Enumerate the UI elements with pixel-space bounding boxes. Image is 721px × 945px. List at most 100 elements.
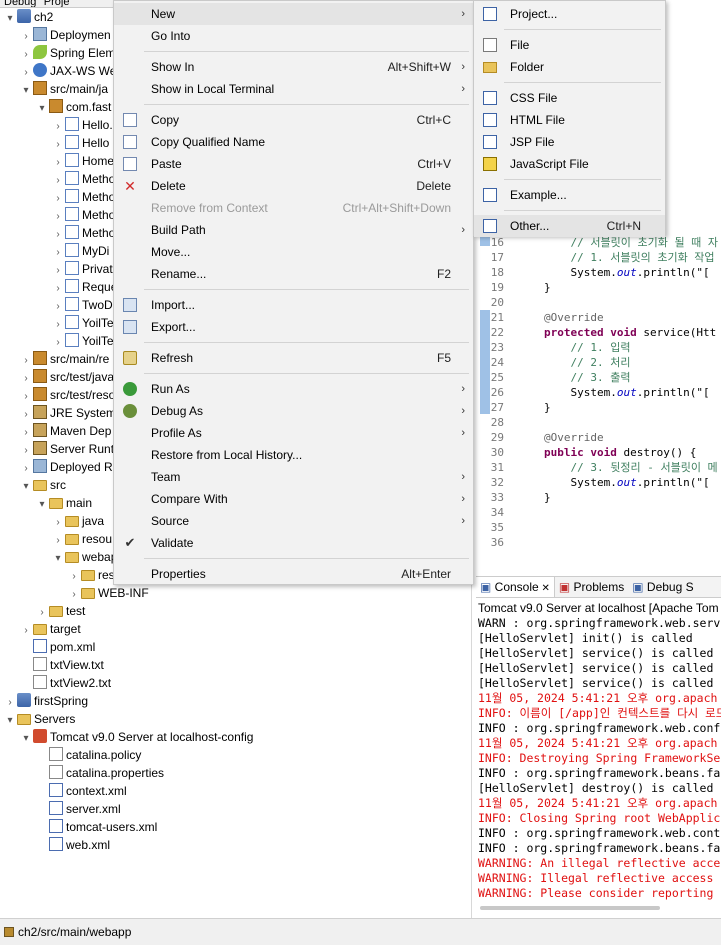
tree-item[interactable]: › YoilTe xyxy=(52,314,114,332)
tree-item[interactable]: ▾ src xyxy=(20,476,66,494)
tree-item[interactable]: txtView.txt xyxy=(20,656,104,674)
collapse-arrow-icon[interactable]: ▾ xyxy=(52,550,64,568)
tree-item[interactable]: › Reque xyxy=(52,278,117,296)
tree-item[interactable]: › Deployed R xyxy=(20,458,113,476)
tab-debug-s[interactable]: ▣ Debug S xyxy=(628,577,697,597)
menu-item-javascript-file[interactable]: JavaScript File xyxy=(474,153,665,175)
tree-item[interactable]: › src/test/reso xyxy=(20,386,115,404)
tree-item[interactable]: › Metho xyxy=(52,224,115,242)
tab-project-explorer[interactable]: Proje xyxy=(44,0,70,7)
menu-item-new[interactable]: New › xyxy=(114,3,473,25)
tree-item[interactable]: catalina.policy xyxy=(36,746,141,764)
code-line[interactable]: 16 // 서블릿이 초기화 될 때 자 xyxy=(478,235,721,250)
tree-item[interactable]: catalina.properties xyxy=(36,764,164,782)
menu-item-paste[interactable]: Paste Ctrl+V xyxy=(114,153,473,175)
tree-item[interactable]: › resou xyxy=(52,530,112,548)
tree-item[interactable]: ▾ Tomcat v9.0 Server at localhost-config xyxy=(20,728,253,746)
tree-item[interactable]: › test xyxy=(36,602,85,620)
tree-item[interactable]: › Server Runt xyxy=(20,440,114,458)
tree-item[interactable]: ▾ ch2 xyxy=(4,8,53,26)
code-line[interactable]: 32 System.out.println("[ xyxy=(478,475,721,490)
tree-item[interactable]: › src/main/re xyxy=(20,350,109,368)
code-line[interactable]: 21 @Override xyxy=(478,310,721,325)
tree-item[interactable]: server.xml xyxy=(36,800,121,818)
code-line[interactable]: 30 public void destroy() { xyxy=(478,445,721,460)
code-line[interactable]: 17 // 1. 서블릿의 초기화 작업 xyxy=(478,250,721,265)
menu-item-folder[interactable]: Folder xyxy=(474,56,665,78)
code-line[interactable]: 20 xyxy=(478,295,721,310)
menu-item-copy[interactable]: Copy Ctrl+C xyxy=(114,109,473,131)
tree-item[interactable]: › java xyxy=(52,512,104,530)
menu-item-import[interactable]: Import... xyxy=(114,294,473,316)
tree-item[interactable]: › Privat xyxy=(52,260,113,278)
code-line[interactable]: 31 // 3. 뒷정리 - 서블릿이 메 xyxy=(478,460,721,475)
tree-item[interactable]: › Spring Elem xyxy=(20,44,115,62)
menu-item-team[interactable]: Team › xyxy=(114,466,473,488)
tree-item[interactable]: › Hello. xyxy=(52,116,113,134)
tree-item[interactable]: › Home xyxy=(52,152,114,170)
menu-item-css-file[interactable]: CSS File xyxy=(474,87,665,109)
tree-item[interactable]: › TwoD xyxy=(52,296,113,314)
tree-item[interactable]: › Metho xyxy=(52,170,115,188)
tree-item[interactable]: ▾ Servers xyxy=(4,710,75,728)
tree-item[interactable]: › YoilTe xyxy=(52,332,114,350)
tree-item[interactable]: › MyDi xyxy=(52,242,109,260)
code-line[interactable]: 24 // 2. 처리 xyxy=(478,355,721,370)
code-line[interactable]: 23 // 1. 입력 xyxy=(478,340,721,355)
tree-item[interactable]: ▾ com.fast xyxy=(36,98,111,116)
tree-item[interactable]: › target xyxy=(20,620,80,638)
tree-item[interactable]: › src/test/java xyxy=(20,368,114,386)
tree-item[interactable]: ▾ src/main/ja xyxy=(20,80,108,98)
menu-item-other[interactable]: Other... Ctrl+N xyxy=(474,215,665,237)
menu-item-build-path[interactable]: Build Path › xyxy=(114,219,473,241)
tree-item[interactable]: txtView2.txt xyxy=(20,674,111,692)
tree-item[interactable]: › WEB-INF xyxy=(68,584,148,602)
menu-item-profile-as[interactable]: Profile As › xyxy=(114,422,473,444)
code-line[interactable]: 33} xyxy=(478,490,721,505)
menu-item-show-in[interactable]: Show In Alt+Shift+W › xyxy=(114,56,473,78)
console-output[interactable]: WARN : org.springframework.web.serv [Hell… xyxy=(478,616,721,906)
tree-item[interactable]: web.xml xyxy=(36,836,110,854)
code-line[interactable]: 22 protected void service(Htt xyxy=(478,325,721,340)
menu-item-export[interactable]: Export... xyxy=(114,316,473,338)
collapse-arrow-icon[interactable]: ▾ xyxy=(4,712,16,730)
menu-item-compare-with[interactable]: Compare With › xyxy=(114,488,473,510)
menu-item-file[interactable]: File xyxy=(474,34,665,56)
tree-item[interactable]: › Metho xyxy=(52,206,115,224)
menu-item-project[interactable]: Project... xyxy=(474,3,665,25)
menu-item-properties[interactable]: Properties Alt+Enter xyxy=(114,563,473,585)
code-line[interactable]: 34 xyxy=(478,505,721,520)
menu-item-html-file[interactable]: HTML File xyxy=(474,109,665,131)
code-line[interactable]: 28 xyxy=(478,415,721,430)
close-icon[interactable]: ✕ xyxy=(539,583,549,594)
tab-debug[interactable]: Debug xyxy=(4,0,36,7)
collapse-arrow-icon[interactable]: ▾ xyxy=(36,496,48,514)
tree-item[interactable]: pom.xml xyxy=(20,638,95,656)
tree-item[interactable]: › JRE System xyxy=(20,404,116,422)
collapse-arrow-icon[interactable]: ▾ xyxy=(20,82,32,100)
menu-item-move[interactable]: Move... xyxy=(114,241,473,263)
tree-item[interactable]: › Maven Dep xyxy=(20,422,111,440)
tree-item[interactable]: › JAX-WS We xyxy=(20,62,116,80)
tree-item[interactable]: › Deploymen xyxy=(20,26,111,44)
console-horizontal-scrollbar[interactable] xyxy=(480,906,660,910)
code-line[interactable]: 29 @Override xyxy=(478,430,721,445)
tree-item[interactable]: context.xml xyxy=(36,782,127,800)
collapse-arrow-icon[interactable]: ▾ xyxy=(36,100,48,118)
menu-item-refresh[interactable]: Refresh F5 xyxy=(114,347,473,369)
collapse-arrow-icon[interactable]: ▾ xyxy=(20,478,32,496)
tree-item[interactable]: › firstSpring xyxy=(4,692,88,710)
tree-item[interactable]: › Metho xyxy=(52,188,115,206)
tree-item[interactable]: tomcat-users.xml xyxy=(36,818,157,836)
menu-item-debug-as[interactable]: Debug As › xyxy=(114,400,473,422)
collapse-arrow-icon[interactable]: ▾ xyxy=(4,10,16,28)
menu-item-rename[interactable]: Rename... F2 xyxy=(114,263,473,285)
menu-item-go-into[interactable]: Go Into xyxy=(114,25,473,47)
code-line[interactable]: 26 System.out.println("[ xyxy=(478,385,721,400)
code-line[interactable]: 36 xyxy=(478,535,721,550)
menu-item-delete[interactable]: ✕ Delete Delete xyxy=(114,175,473,197)
code-line[interactable]: 35 xyxy=(478,520,721,535)
menu-item-jsp-file[interactable]: JSP File xyxy=(474,131,665,153)
tab-problems[interactable]: ▣ Problems xyxy=(555,577,628,597)
code-line[interactable]: 25 // 3. 출력 xyxy=(478,370,721,385)
